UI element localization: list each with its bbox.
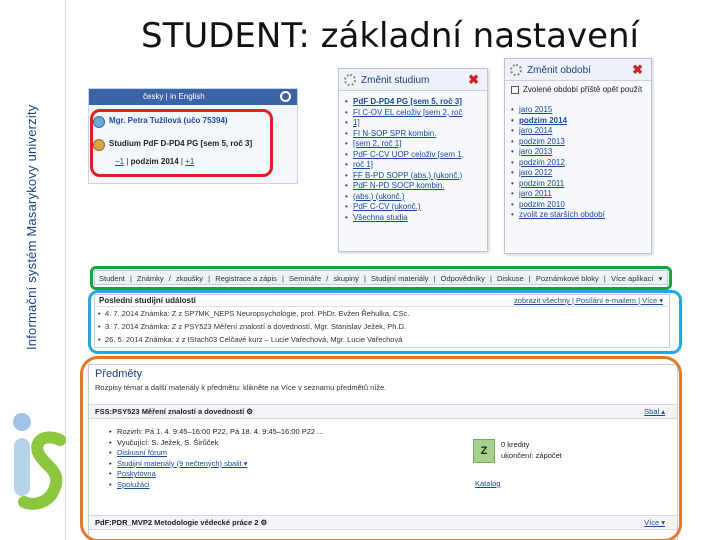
remember-period-row[interactable]: Zvolené období příště opět použít: [505, 81, 651, 99]
period-item[interactable]: podzim 2012: [511, 158, 645, 169]
period-item[interactable]: jaro 2013: [511, 147, 645, 158]
change-period-header: Změnit období ✖: [505, 59, 651, 81]
login-highlight: [90, 109, 273, 177]
period-item[interactable]: jaro 2011: [511, 189, 645, 200]
page-title: STUDENT: základní nastavení: [141, 16, 639, 56]
study-item[interactable]: FI C-OV EL celoživ [sem 2, roč: [345, 108, 481, 119]
change-period-title: Změnit období: [527, 65, 591, 76]
is-logo-icon: [13, 413, 66, 510]
remember-period-checkbox[interactable]: [511, 86, 519, 94]
gear-icon: [510, 64, 522, 76]
gear-icon: [344, 74, 356, 86]
change-period-popup: Změnit období ✖ Zvolené období příště op…: [504, 58, 652, 254]
study-item[interactable]: FI N-SOP SPR kombin.: [345, 129, 481, 140]
period-list: jaro 2015 podzim 2014 jaro 2014 podzim 2…: [505, 99, 651, 227]
study-item[interactable]: roč 1]: [345, 160, 481, 171]
study-item[interactable]: PdF N-PD SOCP kombin.: [345, 181, 481, 192]
study-item[interactable]: (abs.) (ukonč.): [345, 192, 481, 203]
change-study-popup: Změnit studium ✖ PdF D-PD4 PG [sem 5, ro…: [338, 68, 488, 252]
close-icon[interactable]: ✖: [632, 62, 643, 78]
language-switch[interactable]: česky | in English: [143, 92, 205, 101]
language-bar: česky | in English: [89, 89, 297, 105]
period-item[interactable]: zvolit ze starších období: [511, 210, 645, 221]
study-item[interactable]: PdF C-CV UOP celoživ [sem 1,: [345, 150, 481, 161]
study-item[interactable]: PdF C-CV (ukonč.): [345, 202, 481, 213]
period-item[interactable]: jaro 2012: [511, 168, 645, 179]
remember-period-label: Zvolené období příště opět použít: [523, 85, 643, 94]
period-item[interactable]: jaro 2015: [511, 105, 645, 116]
period-item[interactable]: podzim 2013: [511, 137, 645, 148]
period-item[interactable]: podzim 2011: [511, 179, 645, 190]
study-item[interactable]: FF B-PD SOPP (abs.) (ukonč.): [345, 171, 481, 182]
study-item[interactable]: Všechna studia: [345, 213, 481, 224]
period-item[interactable]: podzim 2010: [511, 200, 645, 211]
brand-sidebar: Informační systém Masarykovy univerzity: [0, 0, 66, 540]
change-study-title: Změnit studium: [361, 75, 430, 86]
study-item[interactable]: [sem 2, roč 1]: [345, 139, 481, 150]
study-item[interactable]: 1]: [345, 118, 481, 129]
brand-vertical-text: Informační systém Masarykovy univerzity: [24, 104, 39, 350]
close-icon[interactable]: ✖: [468, 72, 479, 88]
study-list: PdF D-PD4 PG [sem 5, roč 3] FI C-OV EL c…: [339, 91, 487, 229]
logout-icon[interactable]: [280, 91, 291, 102]
navbar-highlight: [90, 266, 672, 290]
period-item[interactable]: podzim 2014: [511, 116, 645, 127]
courses-highlight: [80, 356, 682, 540]
study-item[interactable]: PdF D-PD4 PG [sem 5, roč 3]: [345, 97, 481, 108]
events-highlight: [88, 290, 682, 354]
period-item[interactable]: jaro 2014: [511, 126, 645, 137]
change-study-header: Změnit studium ✖: [339, 69, 487, 91]
